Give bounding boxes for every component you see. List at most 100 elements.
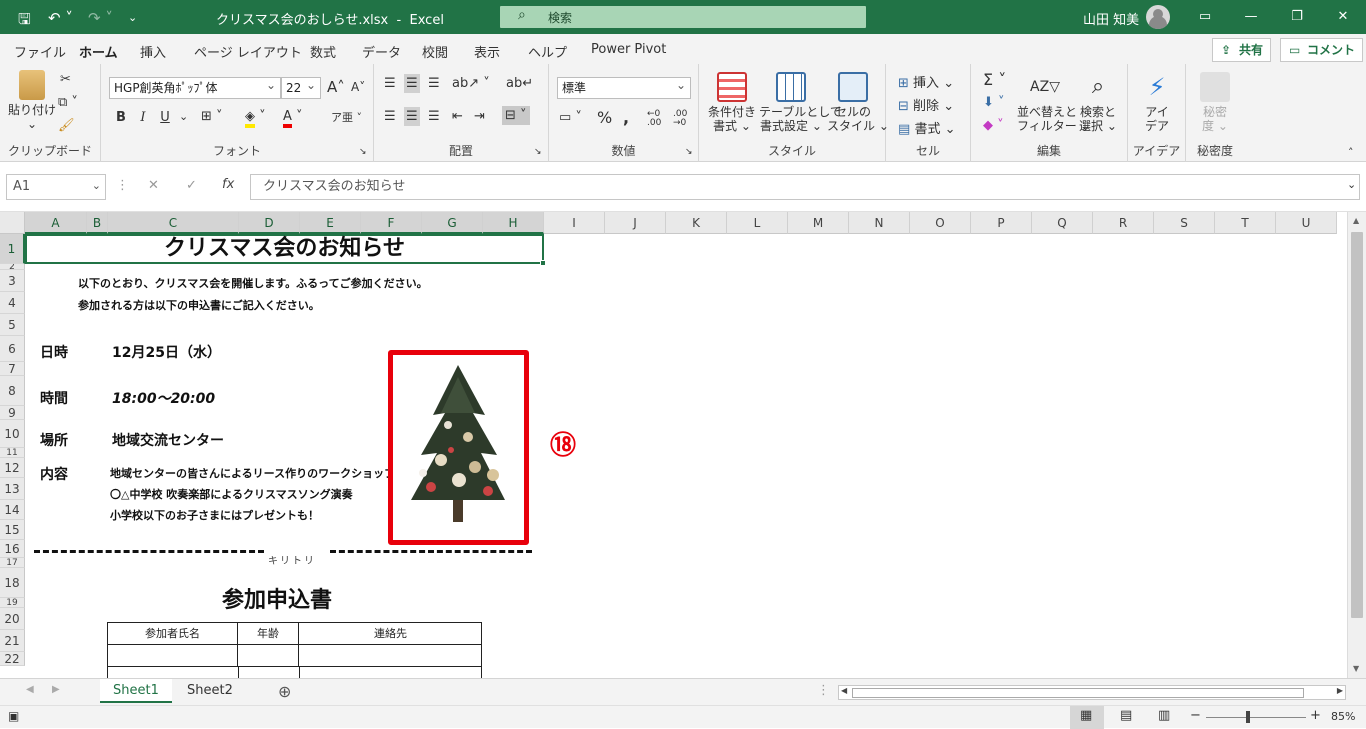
decrease-indent-icon[interactable]: ⇤ [452, 109, 463, 124]
copy-icon[interactable]: ⧉ ˅ [58, 95, 78, 110]
font-color-icon[interactable]: A ˅ [283, 109, 303, 128]
tab-power-pivot[interactable]: Power Pivot [591, 42, 666, 57]
tab-home[interactable]: ホーム [79, 42, 118, 67]
place-label[interactable]: 場所 [40, 430, 68, 450]
phonetic-icon[interactable]: ア亜 ˅ [331, 109, 362, 125]
align-left-icon[interactable]: ☰ [384, 109, 396, 124]
column-header-f[interactable]: F [361, 212, 422, 234]
format-painter-icon[interactable]: 🖌 [58, 118, 75, 133]
date-value[interactable]: 12月25日（水） [112, 342, 221, 362]
number-format-dropdown[interactable]: 標準 [557, 77, 691, 99]
restore-icon[interactable]: ❐ [1274, 0, 1320, 34]
content-label[interactable]: 内容 [40, 464, 68, 484]
column-header-s[interactable]: S [1154, 212, 1215, 234]
zoom-out-icon[interactable]: − [1190, 708, 1201, 723]
scroll-up-icon[interactable]: ▲ [1353, 216, 1359, 225]
date-label[interactable]: 日時 [40, 342, 68, 362]
row-header-1[interactable]: 1 [0, 234, 25, 264]
align-center-icon[interactable]: ☰ [404, 107, 420, 126]
row-header-8[interactable]: 8 [0, 376, 25, 406]
select-all-corner[interactable] [0, 212, 25, 234]
align-bottom-icon[interactable]: ☰ [428, 76, 440, 91]
increase-decimal-icon[interactable]: ←0.00 [647, 110, 661, 128]
formula-input[interactable]: クリスマス会のお知らせ [250, 174, 1360, 200]
column-header-e[interactable]: E [300, 212, 361, 234]
row-header-19[interactable]: 19 [0, 598, 25, 608]
column-header-h[interactable]: H [483, 212, 544, 234]
sensitivity-button[interactable]: 秘密度 ⌄ [1196, 72, 1234, 133]
row-header-12[interactable]: 12 [0, 458, 25, 478]
shrink-font-icon[interactable]: A˅ [351, 80, 365, 94]
merge-center-icon[interactable]: ⊟ ˅ [502, 106, 530, 125]
column-header-l[interactable]: L [727, 212, 788, 234]
ideas-button[interactable]: ⚡ アイ デア [1138, 72, 1176, 133]
column-header-r[interactable]: R [1093, 212, 1154, 234]
form-cell[interactable] [238, 645, 299, 667]
intro-line-1[interactable]: 以下のとおり、クリスマス会を開催します。ふるってご参加ください。 [78, 275, 428, 291]
expand-formula-icon[interactable]: ⌄ [1347, 178, 1356, 191]
tab-page-layout[interactable]: ページ レイアウト [194, 42, 302, 61]
row-header-9[interactable]: 9 [0, 406, 25, 420]
row-header-14[interactable]: 14 [0, 500, 25, 520]
next-sheet-icon[interactable]: ▶ [52, 684, 60, 695]
underline-dropdown-icon[interactable]: ⌄ [179, 110, 188, 123]
row-header-15[interactable]: 15 [0, 520, 25, 540]
redo-icon[interactable]: ↷ ˅ [88, 9, 113, 27]
page-layout-view-icon[interactable]: ▤ [1120, 708, 1132, 723]
row-header-20[interactable]: 20 [0, 608, 25, 630]
form-header-name[interactable]: 参加者氏名 [108, 623, 238, 645]
tab-file[interactable]: ファイル [14, 42, 66, 61]
vertical-scrollbar[interactable]: ▲ ▼ [1347, 212, 1366, 678]
bold-button[interactable]: B [111, 108, 131, 128]
ribbon-display-icon[interactable]: ▭ [1182, 0, 1228, 34]
sort-filter-button[interactable]: AZ▽ 並べ替えと フィルター ⌄ [1017, 72, 1091, 133]
form-title[interactable]: 参加申込書 [222, 582, 332, 614]
place-value[interactable]: 地域交流センター [112, 430, 224, 450]
font-size-dropdown[interactable]: 22 [281, 77, 321, 99]
minimize-icon[interactable]: — [1228, 0, 1274, 34]
column-header-a[interactable]: A [25, 212, 87, 234]
borders-icon[interactable]: ⊞ ˅ [201, 109, 223, 124]
column-header-u[interactable]: U [1276, 212, 1337, 234]
column-header-d[interactable]: D [239, 212, 300, 234]
tab-formulas[interactable]: 数式 [310, 42, 336, 61]
fill-color-icon[interactable]: ◈ ˅ [245, 109, 266, 128]
align-right-icon[interactable]: ☰ [428, 109, 440, 124]
customize-qat-icon[interactable]: ⌄ [128, 11, 137, 24]
save-icon[interactable]: 🖫 [18, 9, 31, 34]
row-header-10[interactable]: 10 [0, 420, 25, 448]
row-header-17[interactable]: 17 [0, 558, 25, 568]
row-header-11[interactable]: 11 [0, 448, 25, 458]
font-dialog-launcher-icon[interactable]: ↘ [359, 147, 367, 157]
name-box[interactable]: A1 ⌄ [6, 174, 106, 200]
form-header-age[interactable]: 年齢 [238, 623, 299, 645]
format-as-table-button[interactable]: テーブルとして 書式設定 ⌄ [759, 72, 842, 133]
align-middle-icon[interactable]: ☰ [404, 74, 420, 93]
increase-indent-icon[interactable]: ⇥ [474, 109, 485, 124]
accounting-format-icon[interactable]: ▭ ˅ [559, 110, 582, 125]
comma-style-icon[interactable]: , [623, 108, 629, 127]
horizontal-scroll-thumb[interactable] [852, 688, 1304, 698]
underline-button[interactable]: U [155, 108, 175, 128]
column-header-i[interactable]: I [544, 212, 605, 234]
scroll-down-icon[interactable]: ▼ [1353, 664, 1359, 673]
content-line-2[interactable]: 〇△中学校 吹奏楽部によるクリスマスソング演奏 [110, 486, 353, 502]
vertical-scroll-thumb[interactable] [1351, 232, 1363, 618]
column-header-j[interactable]: J [605, 212, 666, 234]
format-cells-button[interactable]: ▤ 書式 ⌄ [898, 118, 955, 137]
horizontal-scrollbar[interactable]: ◀ ▶ [838, 685, 1346, 700]
autosum-icon[interactable]: Σ ˅ [983, 70, 1006, 89]
enter-icon[interactable]: ✓ [186, 178, 197, 193]
align-top-icon[interactable]: ☰ [384, 76, 396, 91]
comment-button[interactable]: ▭ コメント [1280, 38, 1364, 62]
row-header-21[interactable]: 21 [0, 630, 25, 652]
form-cell[interactable] [299, 645, 482, 667]
tab-view[interactable]: 表示 [474, 42, 500, 61]
column-header-m[interactable]: M [788, 212, 849, 234]
content-line-3[interactable]: 小学校以下のお子さまにはプレゼントも！ [110, 507, 319, 523]
clear-icon[interactable]: ◆ ˅ [983, 118, 1004, 133]
row-header-6[interactable]: 6 [0, 336, 25, 362]
cell-styles-button[interactable]: セルの スタイル ⌄ [827, 72, 889, 133]
column-header-b[interactable]: B [87, 212, 108, 234]
column-header-t[interactable]: T [1215, 212, 1276, 234]
